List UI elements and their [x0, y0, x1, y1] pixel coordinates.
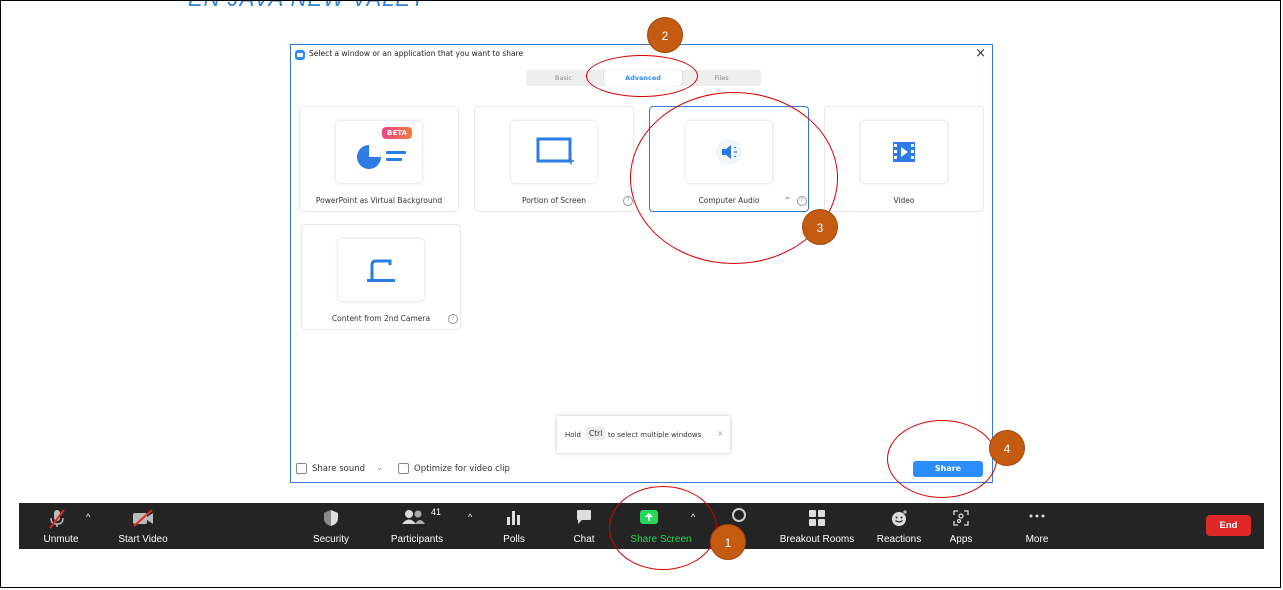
- muted-microphone-icon: [49, 509, 66, 529]
- tab-advanced[interactable]: Advanced: [604, 70, 682, 86]
- slide-title: EN JAVA NEW VALET: [188, 0, 425, 12]
- help-icon[interactable]: ?: [623, 196, 633, 206]
- security-label: Security: [312, 534, 350, 545]
- optimize-video-checkbox[interactable]: [398, 463, 409, 474]
- video-file-icon: [893, 142, 915, 162]
- annotation-badge-4: 4: [989, 430, 1025, 466]
- camera-tile: [338, 239, 424, 301]
- breakout-rooms-button[interactable]: Breakout Rooms: [776, 503, 858, 549]
- portion-of-screen-icon: [536, 137, 574, 164]
- chat-button[interactable]: Chat: [567, 503, 601, 549]
- card-powerpoint-virtual-background[interactable]: BETA PowerPoint as Virtual Background: [299, 106, 459, 212]
- security-button[interactable]: Security: [309, 503, 353, 549]
- help-icon[interactable]: ?: [797, 196, 807, 206]
- shield-icon: [324, 510, 338, 526]
- apps-icon: [953, 510, 969, 526]
- annotation-badge-1: 1: [710, 524, 746, 560]
- dialog-title: Select a window or an application that y…: [309, 49, 524, 58]
- apps-label: Apps: [949, 534, 973, 545]
- video-off-icon: [133, 509, 153, 527]
- tooltip-text: to select multiple windows: [608, 431, 702, 439]
- participants-icon: [401, 510, 425, 524]
- share-screen-dialog: Select a window or an application that y…: [290, 44, 993, 483]
- share-screen-button[interactable]: Share Screen: [625, 503, 697, 549]
- breakout-rooms-icon: [809, 510, 825, 526]
- chat-label: Chat: [573, 534, 595, 545]
- caret-up-icon[interactable]: ^: [86, 512, 90, 522]
- share-screen-label: Share Screen: [630, 534, 692, 545]
- start-video-label: Start Video: [118, 534, 168, 545]
- more-button[interactable]: More: [1020, 503, 1054, 549]
- share-sound-label: Share sound: [312, 464, 366, 474]
- computer-audio-tile: [686, 121, 772, 183]
- record-icon[interactable]: [732, 508, 746, 522]
- annotation-badge-2: 2: [647, 17, 683, 53]
- tooltip-text: Hold: [565, 431, 581, 439]
- reactions-label: Reactions: [876, 534, 922, 545]
- card-computer-audio[interactable]: Computer Audio ⌄ ?: [649, 106, 809, 212]
- polls-icon: [507, 511, 520, 525]
- caret-up-icon[interactable]: ^: [468, 512, 472, 522]
- participants-count: 41: [431, 507, 442, 517]
- video-tile: [861, 121, 947, 183]
- reactions-icon: [892, 510, 907, 526]
- zoom-logo-icon: [295, 50, 305, 60]
- unmute-label: Unmute: [43, 534, 79, 545]
- card-label: Video: [893, 196, 915, 205]
- card-label: PowerPoint as Virtual Background: [315, 196, 443, 205]
- chevron-down-icon[interactable]: ⌄: [784, 192, 791, 201]
- share-tabs: Basic Advanced Files: [526, 70, 761, 86]
- speaker-icon: [716, 139, 742, 165]
- powerpoint-tile: BETA: [336, 121, 422, 183]
- ctrl-key: Ctrl: [586, 427, 606, 440]
- tab-files[interactable]: Files: [684, 70, 759, 86]
- more-label: More: [1025, 534, 1049, 545]
- annotation-badge-3: 3: [802, 209, 838, 245]
- start-video-button[interactable]: Start Video: [113, 503, 173, 549]
- tab-basic[interactable]: Basic: [526, 70, 601, 86]
- multi-select-tooltip: Hold Ctrl to select multiple windows ×: [557, 416, 730, 453]
- end-meeting-button[interactable]: End: [1206, 515, 1251, 536]
- close-icon[interactable]: ×: [717, 429, 724, 438]
- participants-button[interactable]: 41 Participants: [382, 503, 452, 549]
- unmute-button[interactable]: Unmute: [39, 503, 83, 549]
- document-camera-icon: [367, 259, 395, 282]
- share-button[interactable]: Share: [913, 461, 983, 477]
- polls-label: Polls: [503, 534, 525, 545]
- breakout-rooms-label: Breakout Rooms: [779, 534, 855, 545]
- optimize-video-label: Optimize for video clip: [414, 464, 510, 474]
- share-sound-checkbox[interactable]: [296, 463, 307, 474]
- card-label: Portion of Screen: [521, 196, 587, 205]
- share-screen-icon: [640, 510, 659, 524]
- portion-of-screen-tile: [511, 121, 597, 183]
- close-icon[interactable]: ×: [975, 46, 986, 61]
- card-video[interactable]: Video: [824, 106, 984, 212]
- card-label: Content from 2nd Camera: [331, 314, 431, 323]
- apps-button[interactable]: Apps: [945, 503, 977, 549]
- card-content-from-2nd-camera[interactable]: Content from 2nd Camera ?: [301, 224, 461, 330]
- help-icon[interactable]: ?: [448, 314, 458, 324]
- participants-label: Participants: [390, 534, 444, 545]
- more-dots-icon: [1029, 514, 1045, 518]
- caret-up-icon[interactable]: ^: [691, 512, 695, 522]
- card-portion-of-screen[interactable]: Portion of Screen ?: [474, 106, 634, 212]
- beta-badge: BETA: [382, 127, 412, 139]
- reactions-button[interactable]: Reactions: [871, 503, 927, 549]
- chat-icon: [577, 510, 591, 524]
- meeting-toolbar: Unmute ^ Start Video Security 41 Partici…: [19, 503, 1264, 549]
- polls-button[interactable]: Polls: [497, 503, 531, 549]
- chevron-down-icon[interactable]: ⌄: [376, 463, 383, 472]
